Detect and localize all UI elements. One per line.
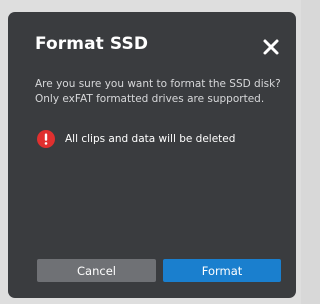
screen-backdrop: Format SSD Are you sure you want to form… [0, 0, 301, 304]
warning-row: All clips and data will be deleted [37, 130, 235, 148]
warning-text: All clips and data will be deleted [65, 133, 236, 145]
dialog-message: Are you sure you want to format the SSD … [35, 77, 290, 107]
format-button[interactable]: Format [163, 259, 281, 282]
alert-icon [37, 130, 55, 148]
message-line-2: Only exFAT formatted drives are supporte… [35, 93, 265, 105]
close-icon[interactable] [261, 37, 281, 57]
dialog-title: Format SSD [35, 34, 149, 54]
cancel-button[interactable]: Cancel [37, 259, 156, 282]
message-line-1: Are you sure you want to format the SSD … [35, 78, 281, 90]
format-ssd-dialog: Format SSD Are you sure you want to form… [8, 12, 296, 298]
